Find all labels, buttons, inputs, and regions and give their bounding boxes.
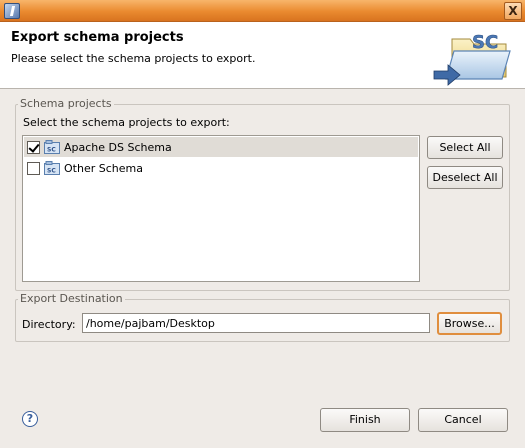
export-destination-group: Export Destination Directory: Browse...	[15, 292, 510, 342]
cancel-button[interactable]: Cancel	[418, 408, 508, 432]
export-folder-banner-icon: SC	[433, 32, 511, 86]
svg-text:SC: SC	[47, 168, 56, 175]
browse-button[interactable]: Browse...	[437, 312, 502, 335]
list-item[interactable]: SC Other Schema	[24, 158, 418, 178]
project-checkbox[interactable]	[27, 161, 40, 175]
schema-project-icon: SC	[44, 161, 60, 175]
export-destination-legend: Export Destination	[18, 292, 125, 305]
finish-button[interactable]: Finish	[320, 408, 410, 432]
app-icon	[4, 3, 20, 19]
help-icon[interactable]: ?	[22, 411, 38, 427]
export-dialog: X Export schema projects Please select t…	[0, 0, 525, 448]
projects-list[interactable]: SC Apache DS Schema SC Other Schema	[22, 135, 420, 282]
project-label: Apache DS Schema	[64, 140, 172, 154]
page-description: Please select the schema projects to exp…	[11, 52, 256, 65]
deselect-all-button[interactable]: Deselect All	[427, 166, 503, 189]
schema-projects-group: Schema projects Select the schema projec…	[15, 97, 510, 291]
project-label: Other Schema	[64, 161, 143, 175]
list-item[interactable]: SC Apache DS Schema	[24, 137, 418, 157]
dialog-header: Export schema projects Please select the…	[0, 22, 525, 89]
select-all-button[interactable]: Select All	[427, 136, 503, 159]
project-checkbox[interactable]	[27, 140, 40, 154]
schema-projects-legend: Schema projects	[18, 97, 114, 110]
directory-input[interactable]	[82, 313, 430, 333]
svg-text:SC: SC	[47, 147, 56, 154]
directory-label: Directory:	[22, 318, 76, 331]
page-title: Export schema projects	[11, 30, 184, 45]
projects-instruction: Select the schema projects to export:	[23, 116, 230, 129]
schema-project-icon: SC	[44, 140, 60, 154]
title-bar: X	[0, 0, 525, 22]
banner-text: SC	[472, 32, 498, 53]
close-button[interactable]: X	[504, 2, 522, 20]
